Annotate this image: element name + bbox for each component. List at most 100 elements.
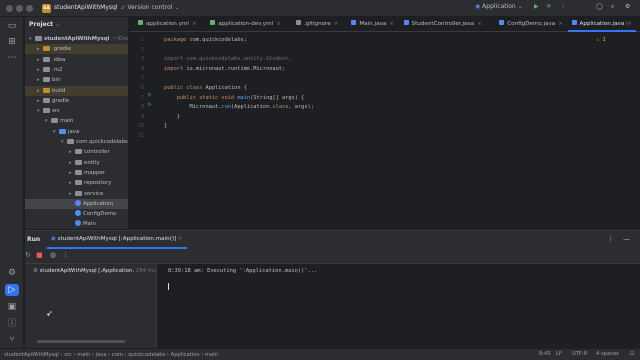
code-line[interactable]: import io.micronaut.runtime.Micronaut;	[164, 66, 285, 72]
version-control-tool-icon[interactable]: ⑂	[5, 334, 19, 346]
indent-setting[interactable]: 4 spaces	[596, 351, 619, 357]
tree-item[interactable]: ▾ java	[25, 127, 128, 137]
code-line[interactable]: public class Application {	[164, 85, 247, 91]
tree-item-path: ~/Downlo	[112, 36, 128, 42]
stop-icon[interactable]: ■	[36, 251, 43, 259]
run-class-gutter-icon[interactable]: ▷	[148, 91, 152, 98]
tab-overflow-icon[interactable]: ⋮	[624, 17, 630, 32]
breadcrumb-item[interactable]: studentApiWithMysql	[4, 352, 59, 358]
breadcrumb-item[interactable]: com	[112, 352, 123, 358]
project-switcher[interactable]: studentApiWithMysql ⌄	[54, 4, 124, 11]
tree-item-label: Application	[83, 200, 114, 207]
tree-item[interactable]: ▸ .gradle	[25, 44, 128, 55]
lock-icon[interactable]: ⊡	[630, 351, 634, 357]
close-icon[interactable]: ×	[558, 21, 563, 27]
tree-item[interactable]: ▾studentApiWithMysql~/Downlo	[25, 34, 128, 44]
run-main-gutter-icon[interactable]: ▷	[148, 101, 152, 108]
problems-tool-icon[interactable]: ⓘ	[5, 318, 19, 330]
code-line[interactable]: }	[164, 123, 167, 129]
breadcrumb-item[interactable]: src	[64, 352, 72, 358]
settings-icon[interactable]: ⚙	[625, 3, 630, 10]
search-icon[interactable]: ⌕	[611, 3, 614, 11]
editor-tab[interactable]: ConfigDemo.java ×	[495, 17, 567, 32]
close-icon[interactable]: ×	[389, 21, 394, 27]
breadcrumb-item[interactable]: Application	[171, 352, 200, 358]
editor-tab[interactable]: application.yml ×	[134, 17, 201, 32]
project-badge[interactable]: SA	[42, 4, 51, 13]
code-line[interactable]: }	[164, 114, 180, 120]
tree-item[interactable]: ▾ com.quickcodelabs	[25, 137, 128, 147]
run-tree-item[interactable]: ⚙ studentApiWithMysql [:Application. 284…	[33, 268, 156, 274]
tree-item[interactable]: ▸ .idea	[25, 55, 128, 65]
tree-item[interactable]: ▾ src	[25, 106, 128, 116]
tree-item[interactable]: ▸ service	[25, 189, 128, 199]
run-config-selector[interactable]: ◉ Application ⌄	[475, 3, 523, 10]
horizontal-scrollbar[interactable]	[37, 340, 125, 343]
tree-item[interactable]: ▸ build	[25, 85, 128, 96]
more-actions-icon[interactable]: ⋮	[560, 3, 566, 10]
breadcrumb-item[interactable]: quickcodelabs	[128, 352, 165, 358]
tree-item[interactable]: ▾ main	[25, 116, 128, 126]
window-minimize-button[interactable]	[16, 5, 23, 12]
run-icon[interactable]: ▶	[534, 3, 539, 10]
editor-tab[interactable]: application-dev.yml ×	[206, 17, 285, 32]
tree-item[interactable]: ▸ repository	[25, 178, 128, 188]
run-config-label: Application	[482, 3, 516, 10]
close-icon[interactable]: ×	[192, 21, 197, 27]
tree-item[interactable]: ▸ controller	[25, 147, 128, 157]
vcs-menu[interactable]: ⑂ Version control ⌄	[122, 4, 179, 11]
close-icon[interactable]: ×	[178, 236, 183, 242]
folder-icon	[51, 118, 58, 124]
code-line[interactable]: package com.quickcodelabs;	[164, 37, 247, 43]
project-panel-title[interactable]: Project ⌄	[29, 21, 60, 28]
editor-tab-label: Main.java	[359, 21, 387, 27]
user-icon[interactable]: ◯	[596, 3, 603, 10]
breadcrumb-item[interactable]: main	[205, 352, 218, 358]
tree-item[interactable]: Application	[25, 198, 128, 209]
tree-item[interactable]: ▸ mapper	[25, 168, 128, 178]
project-tool-icon[interactable]: ▭	[5, 20, 19, 32]
tree-item[interactable]: ConfigDemo	[25, 209, 128, 219]
warning-indicator[interactable]: ⚠ 1	[596, 37, 606, 43]
code-line[interactable]: Micronaut.run(Application.class, args);	[164, 104, 314, 110]
structure-tool-icon[interactable]: ⊞	[5, 36, 19, 48]
code-line[interactable]: public static void main(String[] args) {	[164, 95, 305, 101]
caret-position[interactable]: 8:45	[539, 351, 551, 357]
status-bar: studentApiWithMysql › src › main › java …	[0, 348, 640, 360]
editor-tab[interactable]: StudentController.java ×	[400, 17, 486, 32]
file-encoding[interactable]: UTF-8	[572, 351, 587, 357]
services-tool-icon[interactable]: ⚙	[5, 267, 19, 279]
code-line[interactable]: import com.quickcodelabs.entity.Student;	[164, 56, 292, 62]
editor-tab[interactable]: Main.java ×	[347, 17, 398, 32]
run-tool-icon[interactable]: ▷	[5, 284, 19, 296]
window-zoom-button[interactable]	[26, 5, 33, 12]
filter-icon[interactable]: ◍	[50, 251, 56, 259]
tree-item[interactable]: ▸ entity	[25, 158, 128, 168]
editor-tab[interactable]: .gitignore ×	[292, 17, 342, 32]
tree-item[interactable]: ▸ bin	[25, 75, 128, 85]
tree-item[interactable]: Main	[25, 219, 128, 229]
line-separator[interactable]: LF	[556, 351, 562, 357]
close-icon[interactable]: ×	[276, 21, 281, 27]
run-tab[interactable]: ◉ studentApiWithMysql [:Application.main…	[47, 231, 187, 249]
folder-icon	[35, 36, 42, 41]
code-editor[interactable]: 1 2 3 4 5 6 7 8 9 10 11 package com.quickcodelabs;…	[130, 33, 640, 229]
layout-icon[interactable]: ⋮	[62, 251, 69, 259]
debug-icon[interactable]: ☀	[546, 3, 551, 10]
line-number: 4	[140, 65, 144, 72]
breadcrumb-item[interactable]: main	[77, 352, 90, 358]
more-options-icon[interactable]: ⋮	[607, 235, 614, 243]
window-close-button[interactable]	[6, 5, 13, 12]
tree-item[interactable]: ▸ .m2	[25, 65, 128, 75]
hide-panel-icon[interactable]: —	[623, 235, 630, 243]
terminal-tool-icon[interactable]: ▣	[5, 301, 19, 313]
close-icon[interactable]: ×	[477, 21, 482, 27]
console-output[interactable]: 8:39:18 am: Executing ':Application.main…	[158, 264, 640, 349]
code-token: , args);	[288, 104, 314, 111]
breadcrumb-item[interactable]: java	[96, 352, 107, 358]
chevron-down-icon: ⌄	[55, 21, 61, 28]
rerun-icon[interactable]: ↻	[25, 251, 31, 259]
tree-item[interactable]: ▸ gradle	[25, 96, 128, 106]
close-icon[interactable]: ×	[334, 21, 339, 27]
more-tools-icon[interactable]: ⋯	[5, 52, 19, 64]
